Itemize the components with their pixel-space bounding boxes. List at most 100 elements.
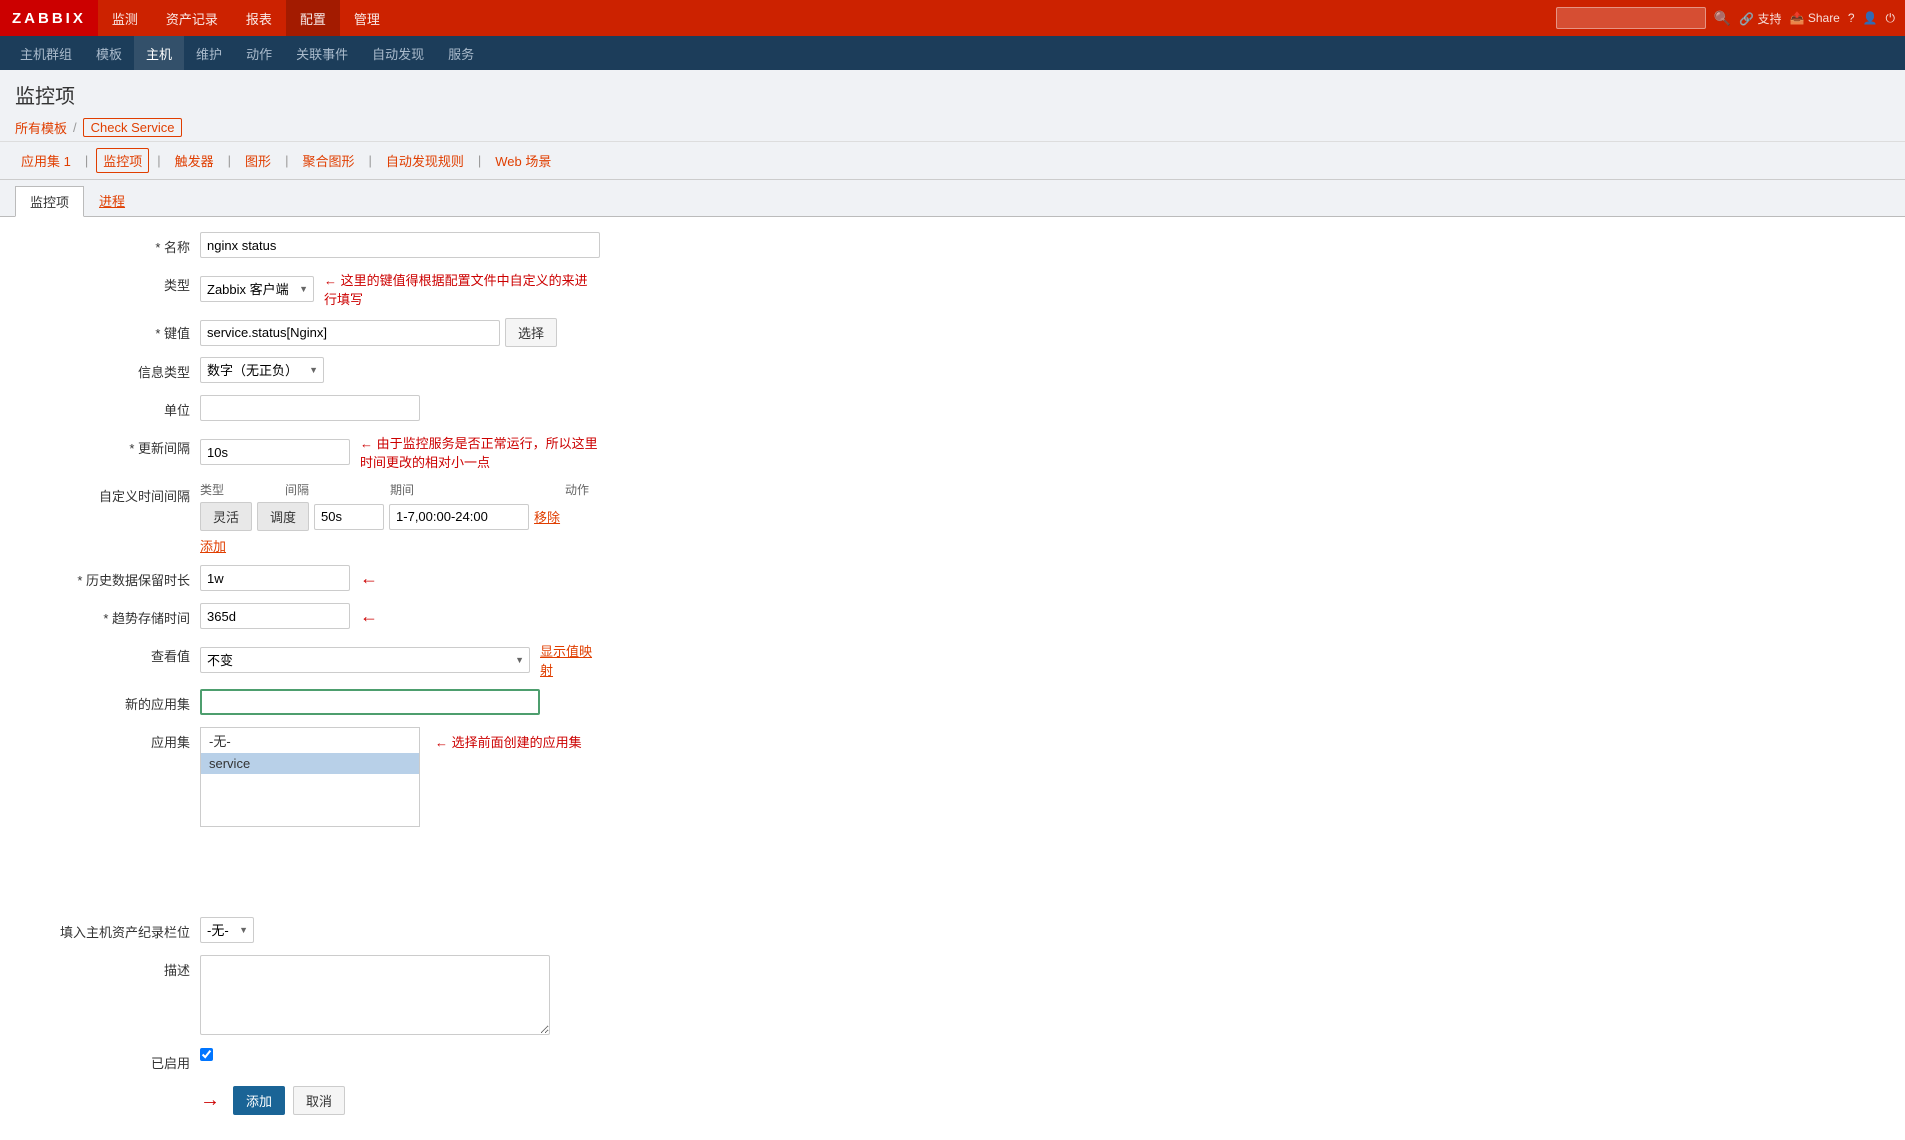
new-app-set-row: 新的应用集 [20, 689, 1885, 717]
tab-monitors[interactable]: 监控项 [96, 148, 149, 173]
sub-nav-services[interactable]: 服务 [436, 36, 486, 70]
unit-input[interactable] [200, 395, 420, 421]
app-set-label: 应用集 [20, 727, 200, 751]
custom-time-row: 自定义时间间隔 类型 间隔 期间 动作 灵活 调度 移除 [20, 481, 1885, 555]
flexible-btn[interactable]: 灵活 [200, 502, 252, 531]
key-control: 选择 [200, 318, 600, 347]
trend-input[interactable] [200, 603, 350, 629]
app-item-service[interactable]: service [201, 753, 419, 774]
logout-icon[interactable]: ⏻ [1886, 11, 1896, 26]
nav-item-reports[interactable]: 报表 [232, 0, 286, 36]
show-value-row: 查看值 不变 显示值映射 [20, 641, 1885, 679]
tab-monitor-item[interactable]: 监控项 [15, 186, 84, 217]
type-select-wrapper: Zabbix 客户端 [200, 276, 314, 302]
breadcrumb: 所有模板 / Check Service [0, 114, 1905, 142]
name-input[interactable] [200, 232, 600, 258]
nav-item-manage[interactable]: 管理 [340, 0, 394, 36]
fill-inventory-row: 填入主机资产纪录栏位 -无- [20, 917, 1885, 945]
key-input[interactable] [200, 320, 500, 346]
show-value-label: 查看值 [20, 641, 200, 665]
update-interval-control: ← 由于监控服务是否正常运行，所以这里时间更改的相对小一点 [200, 433, 600, 471]
inner-tabs: 监控项 进程 [0, 180, 1905, 217]
tab-process[interactable]: 进程 [84, 185, 140, 216]
tab-triggers[interactable]: 触发器 [169, 149, 220, 172]
search-input[interactable] [1556, 7, 1706, 29]
tab-app-sets[interactable]: 应用集 1 [15, 149, 77, 172]
tab-web-scenarios[interactable]: Web 场景 [489, 149, 557, 172]
help-icon[interactable]: ? [1848, 11, 1855, 25]
fill-inventory-select[interactable]: -无- [200, 917, 254, 943]
add-custom-time: 添加 [200, 536, 625, 555]
breadcrumb-separator: / [73, 120, 77, 135]
interval-input[interactable] [314, 504, 384, 530]
type-row: 类型 Zabbix 客户端 ← 这里的键值得根据配置文件中自定义的来进行填写 [20, 270, 1885, 308]
breadcrumb-all-templates[interactable]: 所有模板 [15, 118, 67, 137]
custom-time-row-1: 灵活 调度 移除 [200, 502, 625, 531]
add-arrow: → [200, 1089, 220, 1112]
share-link[interactable]: 📤 Share [1790, 11, 1840, 25]
history-input[interactable] [200, 565, 350, 591]
fill-inventory-label: 填入主机资产纪录栏位 [20, 917, 200, 941]
desc-textarea[interactable] [200, 955, 550, 1035]
add-time-link[interactable]: 添加 [200, 539, 226, 554]
info-type-label: 信息类型 [20, 357, 200, 381]
app-item-none[interactable]: -无- [201, 728, 419, 753]
sub-nav-maintenance[interactable]: 维护 [184, 36, 234, 70]
update-interval-row: * 更新间隔 ← 由于监控服务是否正常运行，所以这里时间更改的相对小一点 [20, 433, 1885, 471]
history-label: * 历史数据保留时长 [20, 565, 200, 589]
type-label: 类型 [20, 270, 200, 294]
info-type-select[interactable]: 数字（无正负） [200, 357, 324, 383]
period-input[interactable] [389, 504, 529, 530]
header-action: 动作 [565, 481, 625, 498]
name-row: * 名称 [20, 232, 1885, 260]
app-set-control: -无- service ← 选择前面创建的应用集 [200, 727, 582, 827]
add-button[interactable]: 添加 [233, 1086, 285, 1115]
value-mapping-link[interactable]: 显示值映射 [540, 641, 600, 679]
show-value-select[interactable]: 不变 [200, 647, 530, 673]
page-title: 监控项 [0, 70, 1905, 114]
remove-link[interactable]: 移除 [534, 507, 560, 526]
desc-row: 描述 [20, 955, 1885, 1038]
sub-nav-events[interactable]: 关联事件 [284, 36, 360, 70]
breadcrumb-current[interactable]: Check Service [83, 118, 183, 137]
header-period: 期间 [390, 481, 560, 498]
tab-graphs[interactable]: 图形 [239, 149, 277, 172]
header-type: 类型 [200, 481, 280, 498]
sub-nav-hostgroups[interactable]: 主机群组 [8, 36, 84, 70]
trend-row: * 趋势存储时间 ← [20, 603, 1885, 631]
sub-nav-discovery[interactable]: 自动发现 [360, 36, 436, 70]
update-interval-input[interactable] [200, 439, 350, 465]
sub-nav-templates[interactable]: 模板 [84, 36, 134, 70]
update-interval-label: * 更新间隔 [20, 433, 200, 457]
info-type-select-wrapper: 数字（无正负） [200, 357, 324, 383]
sub-nav-hosts[interactable]: 主机 [134, 36, 184, 70]
enabled-label: 已启用 [20, 1048, 200, 1072]
key-label: * 键值 [20, 318, 200, 342]
fill-inventory-control: -无- [200, 917, 600, 943]
sub-nav-actions[interactable]: 动作 [234, 36, 284, 70]
app-set-list-wrapper: -无- service [200, 727, 420, 827]
custom-time-label: 自定义时间间隔 [20, 481, 200, 505]
form-area: * 名称 类型 Zabbix 客户端 ← 这里的键值得根据配置文件中自定义的来进… [0, 217, 1905, 1140]
show-value-select-wrapper: 不变 [200, 647, 530, 673]
support-link[interactable]: 🔗 支持 [1739, 10, 1781, 27]
new-app-set-control [200, 689, 600, 715]
nav-item-assets[interactable]: 资产记录 [152, 0, 232, 36]
tab-aggregate-graphs[interactable]: 聚合图形 [296, 149, 360, 172]
top-nav-items: 监测 资产记录 报表 配置 管理 [98, 0, 394, 36]
type-select[interactable]: Zabbix 客户端 [200, 276, 314, 302]
key-select-btn[interactable]: 选择 [505, 318, 557, 347]
type-annotation: ← 这里的键值得根据配置文件中自定义的来进行填写 [324, 270, 600, 308]
new-app-set-input[interactable] [200, 689, 540, 715]
schedule-btn[interactable]: 调度 [257, 502, 309, 531]
app-list-spacer [20, 837, 1885, 917]
nav-item-config[interactable]: 配置 [286, 0, 340, 36]
desc-label: 描述 [20, 955, 200, 979]
tab-auto-discovery[interactable]: 自动发现规则 [380, 149, 470, 172]
sub-nav: 主机群组 模板 主机 维护 动作 关联事件 自动发现 服务 [0, 36, 1905, 70]
cancel-button[interactable]: 取消 [293, 1086, 345, 1115]
header-interval: 间隔 [285, 481, 385, 498]
nav-item-monitor[interactable]: 监测 [98, 0, 152, 36]
user-icon[interactable]: 👤 [1863, 11, 1878, 25]
enabled-checkbox[interactable] [200, 1048, 213, 1061]
